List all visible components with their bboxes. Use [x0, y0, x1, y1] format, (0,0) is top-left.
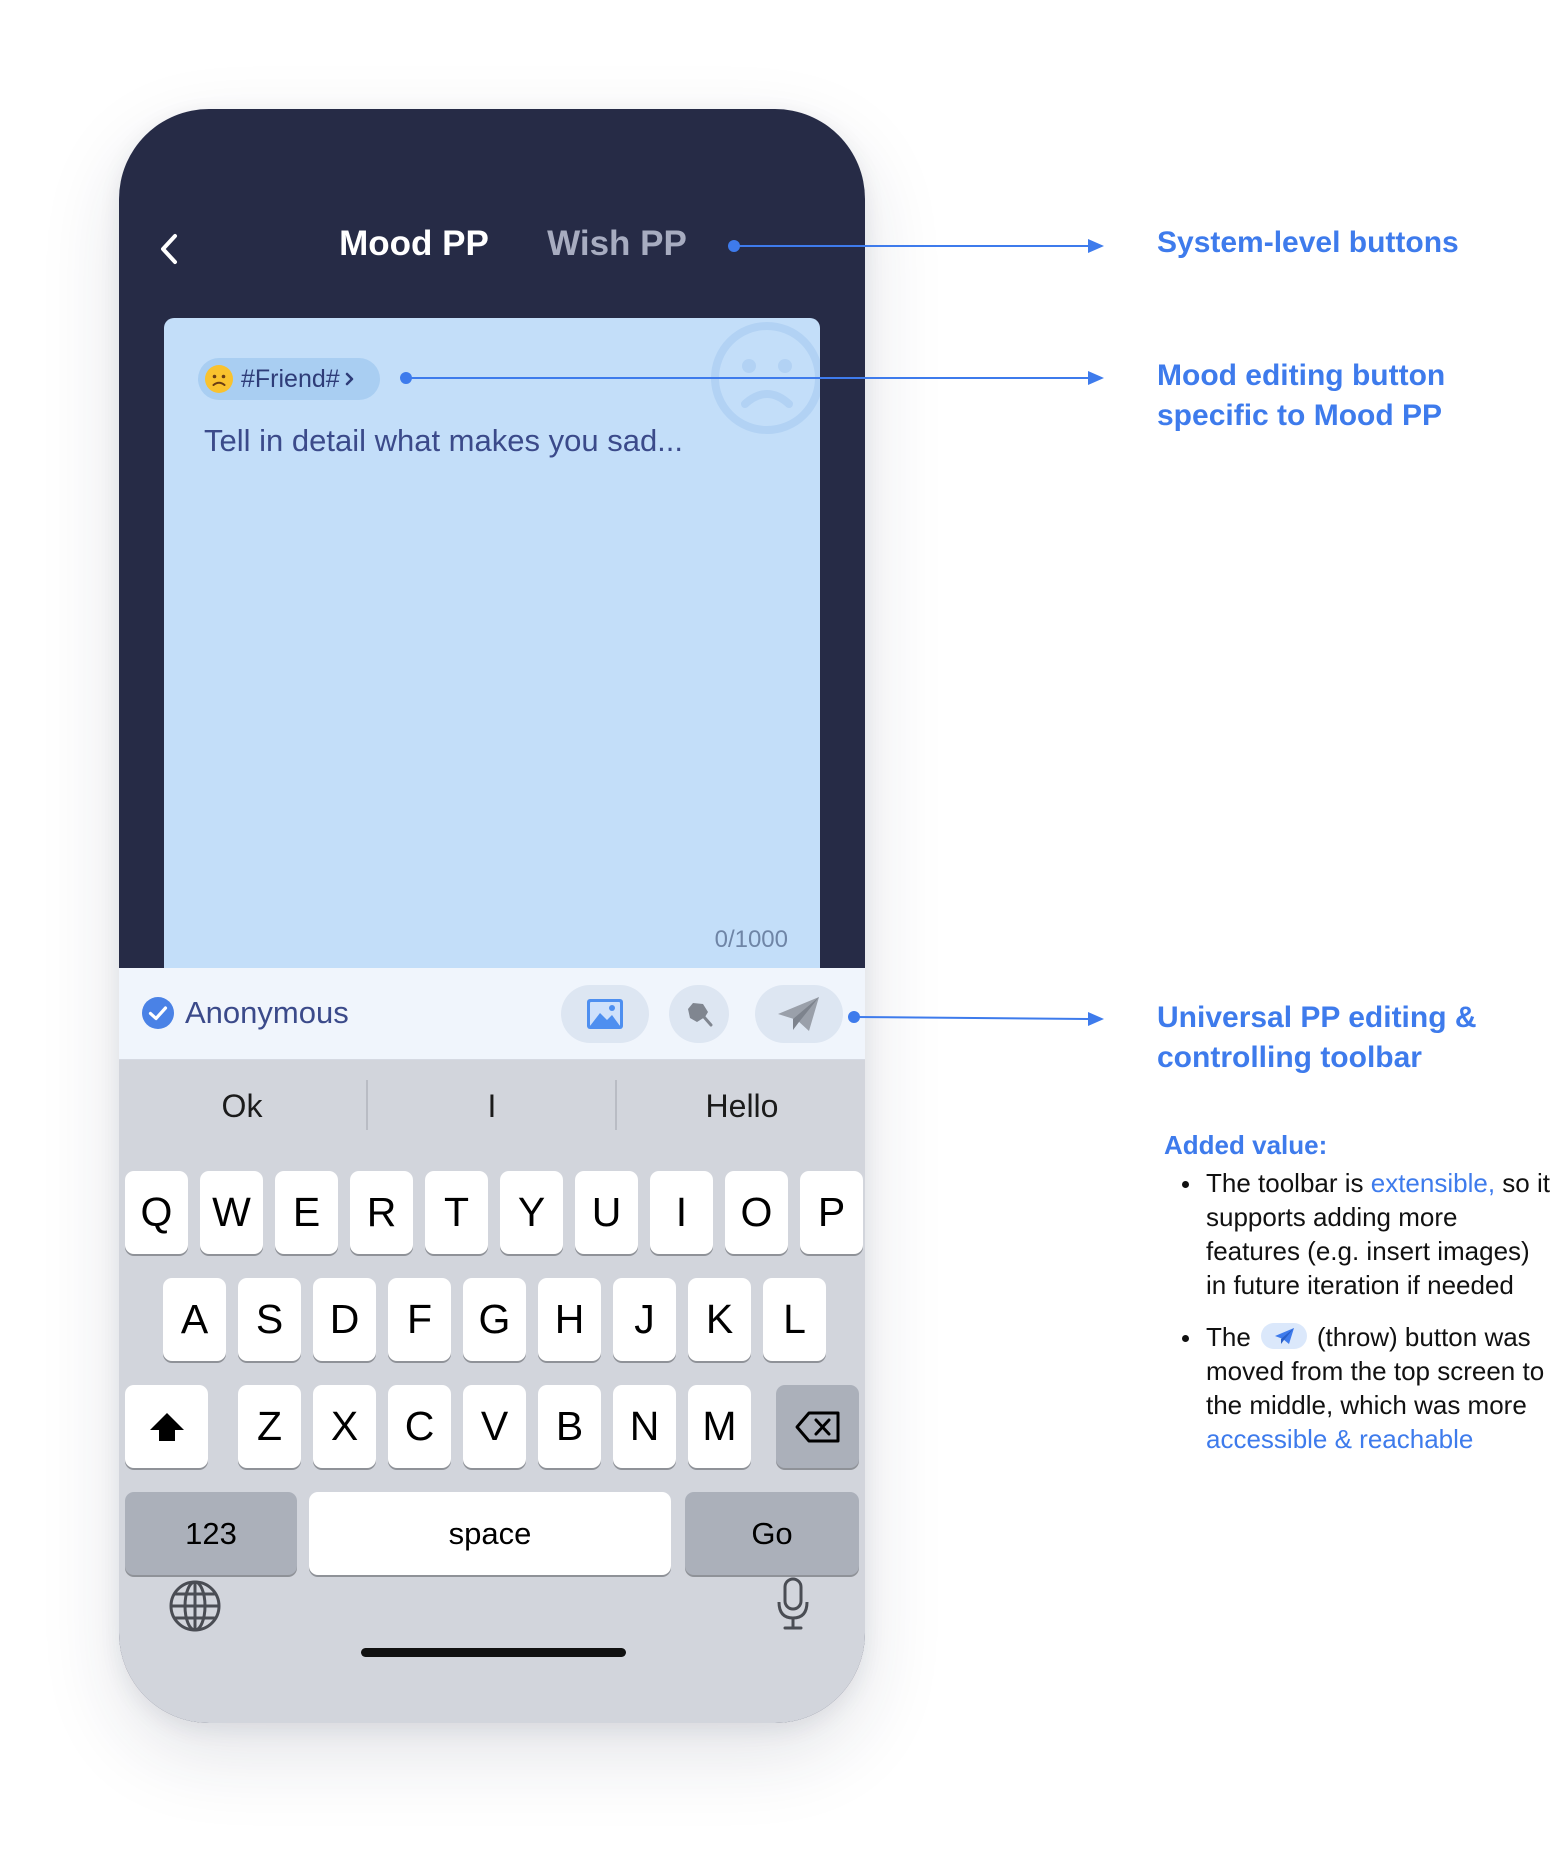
sad-face-icon [205, 365, 233, 393]
item1-pre: The toolbar is [1206, 1168, 1371, 1198]
added-value-list: The toolbar is extensible, so it support… [1180, 1166, 1552, 1474]
key-j[interactable]: J [613, 1278, 676, 1361]
insert-image-button[interactable] [561, 985, 649, 1043]
go-key[interactable]: Go [685, 1492, 859, 1575]
key-l[interactable]: L [763, 1278, 826, 1361]
sticker-button[interactable] [669, 985, 729, 1043]
mood-tag-button[interactable]: #Friend# [198, 358, 380, 400]
added-value-item-1: The toolbar is extensible, so it support… [1180, 1166, 1552, 1302]
microphone-icon[interactable] [775, 1576, 811, 1632]
key-f[interactable]: F [388, 1278, 451, 1361]
paper-plane-icon [778, 997, 819, 1031]
key-u[interactable]: U [575, 1171, 638, 1254]
shift-key[interactable] [125, 1385, 208, 1468]
chevron-right-icon [345, 372, 353, 386]
toolbar-annotation-arrow [848, 1011, 1104, 1026]
key-x[interactable]: X [313, 1385, 376, 1468]
added-value-title: Added value: [1164, 1130, 1328, 1160]
checkmark-circle-icon [142, 997, 174, 1029]
numbers-key[interactable]: 123 [125, 1492, 297, 1575]
mood-tag-label: #Friend# [241, 364, 340, 393]
key-r[interactable]: R [350, 1171, 413, 1254]
space-key[interactable]: space [309, 1492, 671, 1575]
chevron-left-icon [161, 234, 177, 264]
image-icon [587, 999, 623, 1029]
system-annotation-arrow [728, 239, 1104, 253]
key-i[interactable]: I [650, 1171, 713, 1254]
key-v[interactable]: V [463, 1385, 526, 1468]
throw-button[interactable] [755, 985, 843, 1043]
sticker-icon [688, 1003, 713, 1027]
delete-key[interactable] [776, 1385, 859, 1468]
character-counter: 0/1000 [714, 926, 788, 953]
annotation-mood-line2: specific to Mood PP [1157, 399, 1443, 432]
phone-frame: Mood PP Wish PP #Friend# Tell in detail … [119, 109, 865, 1723]
key-a[interactable]: A [163, 1278, 226, 1361]
key-e[interactable]: E [275, 1171, 338, 1254]
added-value-item-2: The (throw) button was moved from the top… [1180, 1320, 1552, 1456]
home-indicator [361, 1648, 626, 1657]
annotation-system-buttons: System-level buttons [1157, 226, 1459, 259]
suggestion-i[interactable]: I [372, 1088, 612, 1125]
item2-highlight: accessible & reachable [1206, 1424, 1474, 1454]
bullet [1182, 1181, 1189, 1188]
back-button[interactable] [139, 214, 199, 284]
globe-icon[interactable] [167, 1578, 223, 1634]
annotation-toolbar-line2: controlling toolbar [1157, 1041, 1422, 1074]
key-s[interactable]: S [238, 1278, 301, 1361]
suggestion-divider [615, 1080, 617, 1130]
item1-highlight: extensible, [1370, 1168, 1496, 1198]
key-p[interactable]: P [800, 1171, 863, 1254]
key-o[interactable]: O [725, 1171, 788, 1254]
key-y[interactable]: Y [500, 1171, 563, 1254]
key-k[interactable]: K [688, 1278, 751, 1361]
key-h[interactable]: H [538, 1278, 601, 1361]
suggestion-divider [366, 1080, 368, 1130]
mood-text-input[interactable]: Tell in detail what makes you sad... [204, 423, 784, 459]
shift-icon [149, 1412, 184, 1441]
bullet [1182, 1335, 1189, 1342]
keyboard: Ok I Hello Q W E R T Y U I O P A S D F G… [119, 1060, 865, 1723]
tab-mood-pp[interactable]: Mood PP [319, 224, 509, 264]
suggestion-ok[interactable]: Ok [122, 1088, 362, 1125]
annotation-mood-line1: Mood editing button [1157, 359, 1446, 392]
key-t[interactable]: T [425, 1171, 488, 1254]
tab-wish-pp[interactable]: Wish PP [517, 224, 717, 264]
inline-throw-icon [1260, 1323, 1307, 1350]
anonymous-label: Anonymous [185, 995, 349, 1030]
annotation-toolbar-line1: Universal PP editing & [1157, 1001, 1477, 1034]
suggestion-hello[interactable]: Hello [622, 1088, 862, 1125]
suggestion-bar: Ok I Hello [119, 1060, 865, 1154]
mood-annotation-arrow [400, 371, 1104, 385]
key-d[interactable]: D [313, 1278, 376, 1361]
paper-plane-icon [1274, 1328, 1294, 1345]
anonymous-toggle[interactable]: Anonymous [141, 995, 349, 1031]
key-b[interactable]: B [538, 1385, 601, 1468]
key-q[interactable]: Q [125, 1171, 188, 1254]
key-m[interactable]: M [688, 1385, 751, 1468]
key-z[interactable]: Z [238, 1385, 301, 1468]
key-c[interactable]: C [388, 1385, 451, 1468]
key-w[interactable]: W [200, 1171, 263, 1254]
backspace-icon [795, 1411, 839, 1442]
key-g[interactable]: G [463, 1278, 526, 1361]
item2-pre: The [1206, 1322, 1251, 1352]
key-n[interactable]: N [613, 1385, 676, 1468]
mood-card: #Friend# Tell in detail what makes you s… [164, 318, 820, 1078]
item2-mid: (throw) button was moved from the top sc… [1206, 1322, 1545, 1420]
editing-toolbar: Anonymous [119, 968, 865, 1060]
